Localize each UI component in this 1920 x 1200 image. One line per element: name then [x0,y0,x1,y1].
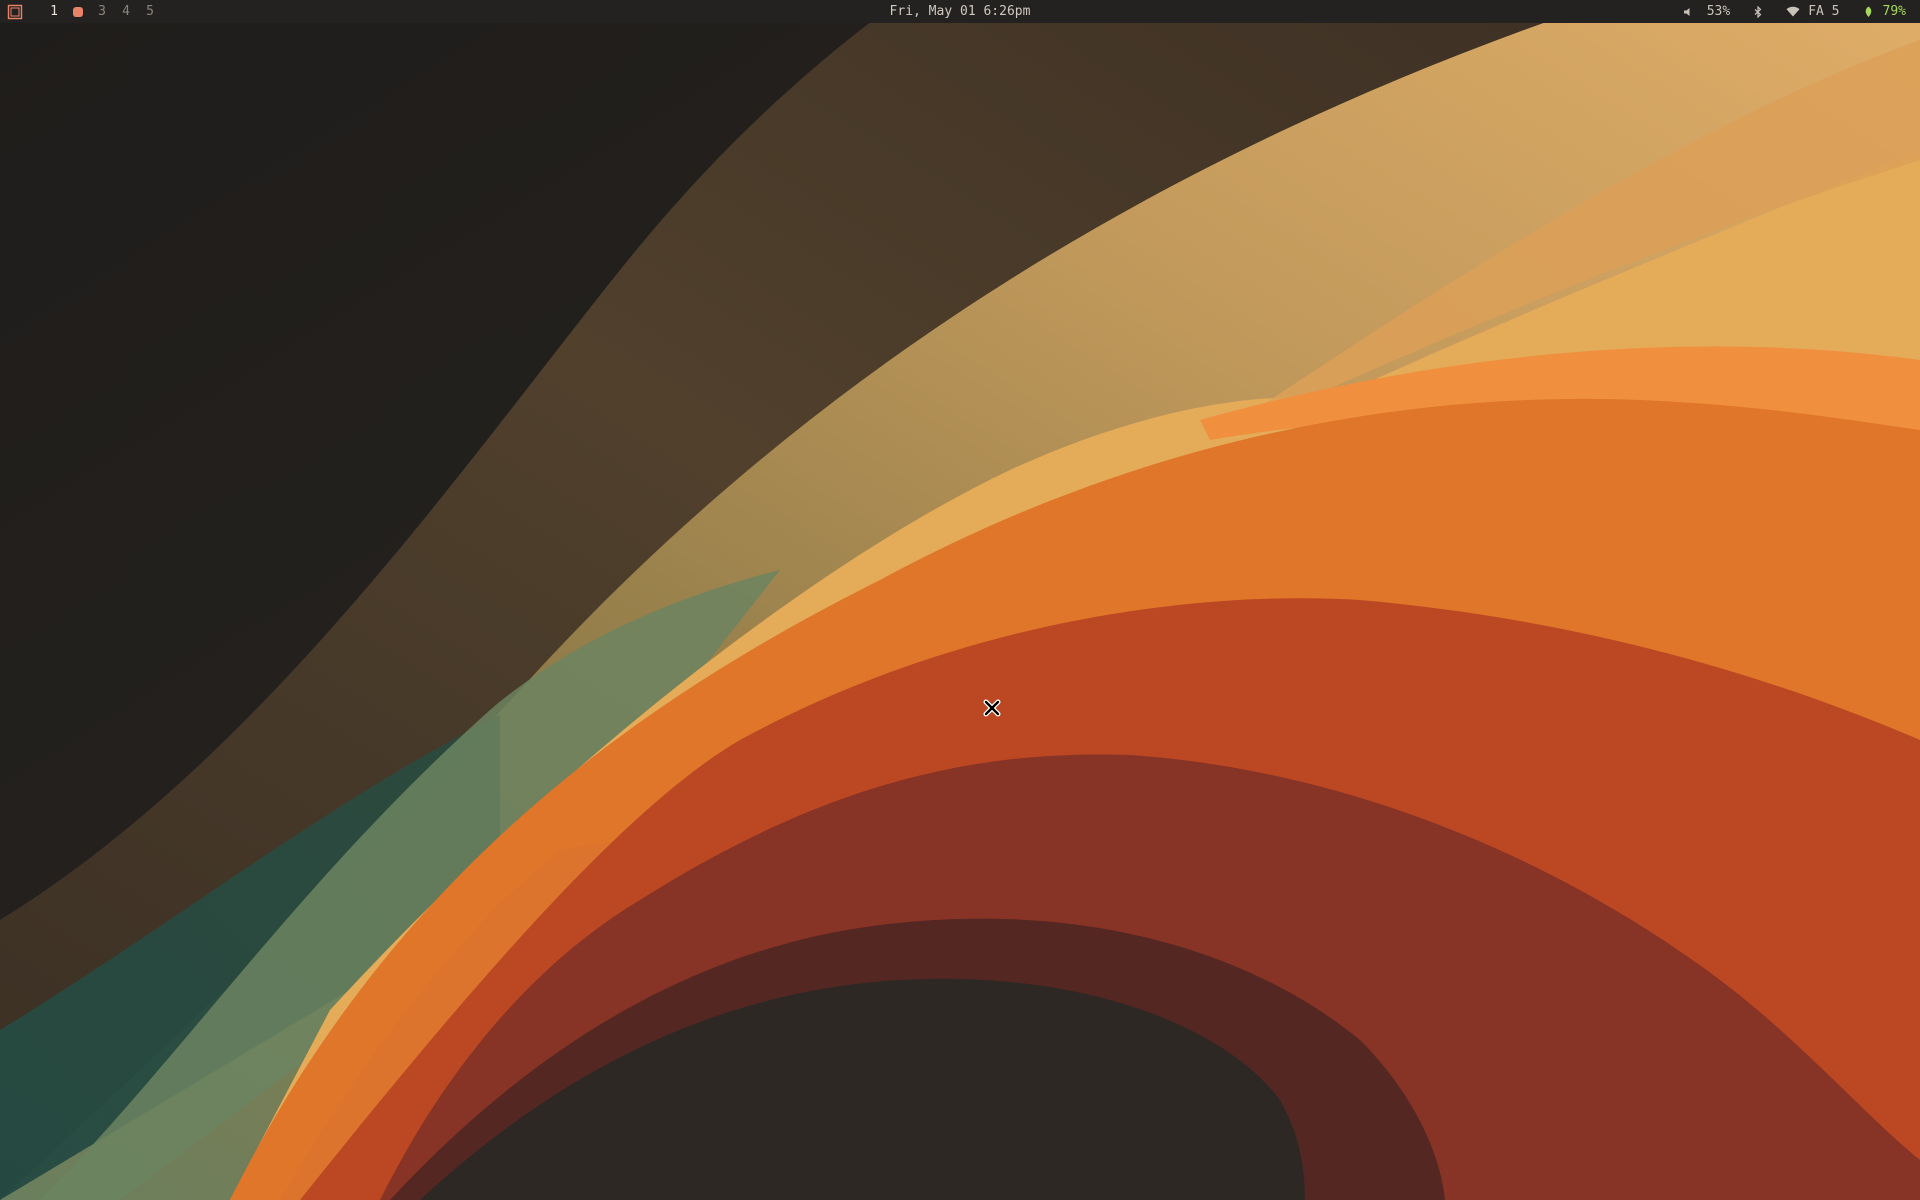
volume-indicator[interactable]: 53% [1683,0,1730,23]
workspace-4-button[interactable]: 4 [120,0,132,23]
clock-area: Fri, May 01 6:26pm [0,0,1920,23]
bluetooth-icon [1754,5,1762,18]
x-cursor-icon [983,699,1001,717]
bluetooth-indicator[interactable] [1754,5,1762,18]
battery-indicator[interactable]: 79% [1864,0,1906,23]
desktop-wallpaper [0,0,1920,1200]
clock-label[interactable]: Fri, May 01 6:26pm [890,0,1031,23]
top-status-bar: 1 3 4 5 Fri, May 01 6:26pm 53% FA 5 79% [0,0,1920,23]
app-launcher-icon[interactable] [6,3,24,21]
wifi-icon [1786,6,1800,17]
workspace-5-button[interactable]: 5 [144,0,156,23]
wifi-network-name: FA 5 [1808,4,1840,19]
volume-value: 53% [1706,4,1731,19]
battery-value: 79% [1882,4,1906,19]
workspace-2-indicator[interactable] [73,6,83,17]
battery-leaf-icon [1865,6,1871,17]
system-tray: 53% FA 5 79% [1683,0,1906,23]
workspace-area: 1 3 4 5 [6,0,168,23]
workspace-3-button[interactable]: 3 [96,0,108,23]
workspace-1-button[interactable]: 1 [48,0,60,23]
wifi-indicator[interactable]: FA 5 [1786,0,1840,23]
speaker-icon [1683,7,1690,16]
